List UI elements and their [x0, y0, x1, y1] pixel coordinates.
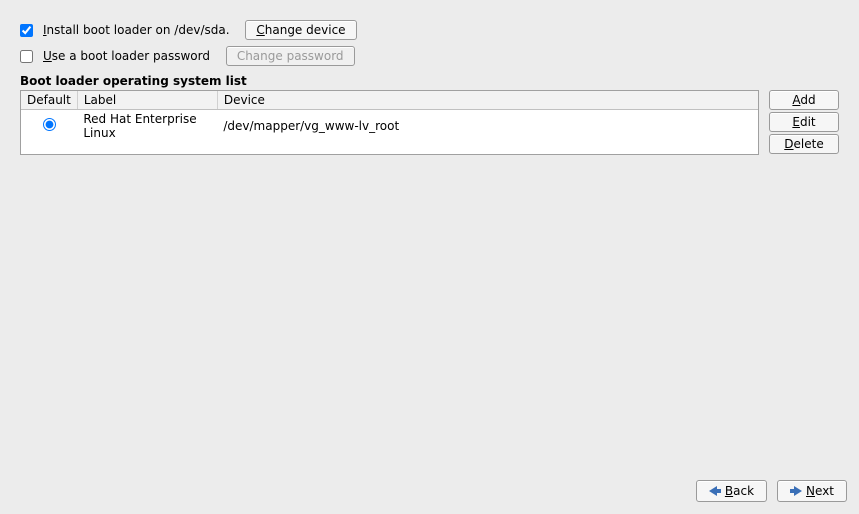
install-bootloader-label: Install boot loader on /dev/sda.	[43, 23, 230, 37]
change-device-button[interactable]: Change device	[245, 20, 356, 40]
bootloader-password-row: Use a boot loader password Change passwo…	[20, 46, 839, 66]
change-password-button: Change password	[226, 46, 355, 66]
col-header-device[interactable]: Device	[217, 91, 758, 110]
cell-device: /dev/mapper/vg_www-lv_root	[217, 110, 758, 143]
edit-button[interactable]: Edit	[769, 112, 839, 132]
cell-label: Red Hat Enterprise Linux	[77, 110, 217, 143]
footer-nav: Back Next	[696, 480, 847, 502]
arrow-left-icon	[709, 486, 721, 496]
add-button[interactable]: Add	[769, 90, 839, 110]
back-button[interactable]: Back	[696, 480, 767, 502]
install-bootloader-row: Install boot loader on /dev/sda. Change …	[20, 20, 839, 40]
side-buttons: Add Edit Delete	[769, 90, 839, 154]
table-row[interactable]: Red Hat Enterprise Linux /dev/mapper/vg_…	[21, 110, 758, 143]
col-header-label[interactable]: Label	[77, 91, 217, 110]
os-table: Default Label Device Red Hat Enterprise …	[20, 90, 759, 155]
os-list-title: Boot loader operating system list	[20, 74, 839, 88]
next-button[interactable]: Next	[777, 480, 847, 502]
default-os-radio[interactable]	[43, 118, 56, 131]
bootloader-password-checkbox[interactable]	[20, 50, 33, 63]
bootloader-password-label: Use a boot loader password	[43, 49, 210, 63]
install-bootloader-checkbox[interactable]	[20, 24, 33, 37]
col-header-default[interactable]: Default	[21, 91, 77, 110]
delete-button[interactable]: Delete	[769, 134, 839, 154]
arrow-right-icon	[790, 486, 802, 496]
table-header-row: Default Label Device	[21, 91, 758, 110]
